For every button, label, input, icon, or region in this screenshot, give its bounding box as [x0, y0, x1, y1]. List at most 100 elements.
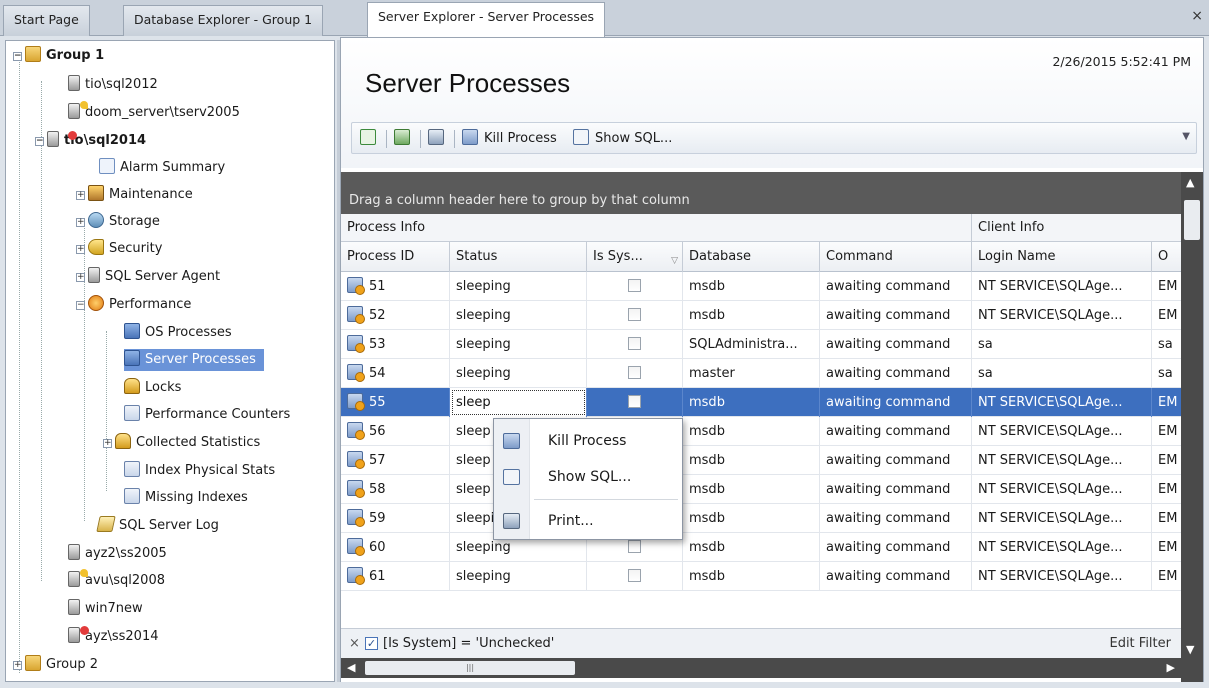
column-header-login-name[interactable]: Login Name: [972, 242, 1152, 272]
tree-item-ayz2[interactable]: ayz2\ss2005: [68, 543, 167, 565]
cell-command[interactable]: awaiting command: [820, 504, 972, 533]
cell-database[interactable]: msdb: [683, 533, 820, 562]
column-header-database[interactable]: Database: [683, 242, 820, 272]
table-row[interactable]: 58 sleep msdb awaiting command NT SERVICE\SQ…: [341, 475, 1181, 504]
tree-item-os-processes[interactable]: OS Processes: [124, 322, 232, 344]
cell-database[interactable]: msdb: [683, 475, 820, 504]
cell-other[interactable]: EM: [1152, 475, 1181, 504]
cell-process-id[interactable]: 56: [341, 417, 450, 446]
cell-other[interactable]: EM: [1152, 272, 1181, 301]
cell-other[interactable]: EM: [1152, 562, 1181, 591]
tree-item-group2[interactable]: + Group 2: [13, 654, 98, 676]
table-row[interactable]: 59 sleeping msdb awaiting command NT SERVICE…: [341, 504, 1181, 533]
cell-process-id[interactable]: 61: [341, 562, 450, 591]
band-process-info[interactable]: Process Info: [341, 214, 972, 242]
is-system-checkbox[interactable]: [628, 395, 641, 408]
cell-process-id[interactable]: 57: [341, 446, 450, 475]
cell-process-id[interactable]: 60: [341, 533, 450, 562]
is-system-checkbox[interactable]: [628, 540, 641, 553]
cell-login-name[interactable]: sa: [972, 359, 1152, 388]
menu-item-print[interactable]: Print...: [494, 505, 682, 537]
table-row[interactable]: 53 sleeping SQLAdministra... awaiting comma…: [341, 330, 1181, 359]
is-system-checkbox[interactable]: [628, 366, 641, 379]
print-button[interactable]: [428, 129, 444, 149]
cell-process-id[interactable]: 54: [341, 359, 450, 388]
cell-login-name[interactable]: NT SERVICE\SQLAge...: [972, 417, 1152, 446]
horizontal-scrollbar[interactable]: ◀ ||| ▶: [341, 658, 1181, 678]
cell-database[interactable]: msdb: [683, 417, 820, 446]
cell-command[interactable]: awaiting command: [820, 446, 972, 475]
cell-login-name[interactable]: NT SERVICE\SQLAge...: [972, 272, 1152, 301]
is-system-checkbox[interactable]: [628, 308, 641, 321]
edit-filter-button[interactable]: Edit Filter: [1109, 629, 1171, 659]
cell-is-system[interactable]: [587, 359, 683, 388]
cell-database[interactable]: msdb: [683, 562, 820, 591]
cell-process-id[interactable]: 58: [341, 475, 450, 504]
vertical-scrollbar[interactable]: ▲ ▼: [1181, 172, 1203, 682]
refresh-button[interactable]: [360, 129, 376, 149]
show-sql-button[interactable]: Show SQL...: [573, 129, 672, 149]
cell-command[interactable]: awaiting command: [820, 388, 972, 417]
cell-command[interactable]: awaiting command: [820, 359, 972, 388]
cell-is-system[interactable]: [587, 388, 683, 417]
cell-is-system[interactable]: [587, 301, 683, 330]
vertical-scroll-thumb[interactable]: [1184, 200, 1200, 240]
cell-database[interactable]: msdb: [683, 504, 820, 533]
tree-item-group1[interactable]: − Group 1: [13, 45, 104, 67]
filter-expression[interactable]: [Is System] = 'Unchecked': [383, 629, 554, 659]
cell-process-id[interactable]: 52: [341, 301, 450, 330]
cell-process-id[interactable]: 55: [341, 388, 450, 417]
horizontal-scroll-thumb[interactable]: |||: [365, 661, 575, 675]
cell-process-id[interactable]: 59: [341, 504, 450, 533]
cell-command[interactable]: awaiting command: [820, 562, 972, 591]
tree-item-sql-server-agent[interactable]: + SQL Server Agent: [76, 266, 220, 288]
column-header-is-system[interactable]: Is Sys... ▽: [587, 242, 683, 272]
cell-command[interactable]: awaiting command: [820, 417, 972, 446]
cell-status[interactable]: sleeping: [450, 272, 587, 301]
column-header-other[interactable]: O: [1152, 242, 1181, 272]
cell-other[interactable]: EM: [1152, 301, 1181, 330]
cell-is-system[interactable]: [587, 330, 683, 359]
table-row[interactable]: 52 sleeping msdb awaiting command NT SERVICE…: [341, 301, 1181, 330]
cell-other[interactable]: EM: [1152, 533, 1181, 562]
close-tab-icon[interactable]: ×: [1191, 8, 1203, 24]
table-row[interactable]: 56 sleep msdb awaiting command NT SERVICE\SQ…: [341, 417, 1181, 446]
tree-item-locks[interactable]: Locks: [124, 377, 181, 399]
cell-other[interactable]: sa: [1152, 359, 1181, 388]
band-client-info[interactable]: Client Info: [972, 214, 1181, 242]
cell-login-name[interactable]: sa: [972, 330, 1152, 359]
table-row[interactable]: 61 sleeping msdb awaiting command NT SERVICE…: [341, 562, 1181, 591]
tab-database-explorer[interactable]: Database Explorer - Group 1: [123, 5, 324, 36]
scroll-up-icon[interactable]: ▲: [1186, 176, 1194, 189]
cell-login-name[interactable]: NT SERVICE\SQLAge...: [972, 504, 1152, 533]
cell-login-name[interactable]: NT SERVICE\SQLAge...: [972, 446, 1152, 475]
tree-item-sql-server-log[interactable]: SQL Server Log: [96, 515, 219, 537]
table-row[interactable]: 57 sleep msdb awaiting command NT SERVICE\SQ…: [341, 446, 1181, 475]
cell-command[interactable]: awaiting command: [820, 272, 972, 301]
cell-process-id[interactable]: 53: [341, 330, 450, 359]
cell-is-system[interactable]: [587, 562, 683, 591]
cell-other[interactable]: EM: [1152, 446, 1181, 475]
table-row[interactable]: 51 sleeping msdb awaiting command NT SERVICE…: [341, 272, 1181, 301]
is-system-checkbox[interactable]: [628, 279, 641, 292]
menu-item-kill-process[interactable]: Kill Process: [494, 425, 682, 457]
tree-item-win7new[interactable]: win7new: [68, 598, 143, 620]
scroll-down-icon[interactable]: ▼: [1186, 643, 1194, 656]
cell-database[interactable]: msdb: [683, 388, 820, 417]
tab-server-explorer[interactable]: Server Explorer - Server Processes: [367, 2, 606, 37]
tree-item-tio-sql2012[interactable]: tio\sql2012: [68, 74, 158, 96]
tree-item-security[interactable]: + Security: [76, 238, 162, 260]
tree-item-doom-server[interactable]: doom_server\tserv2005: [68, 102, 240, 124]
cell-login-name[interactable]: NT SERVICE\SQLAge...: [972, 475, 1152, 504]
cell-database[interactable]: msdb: [683, 301, 820, 330]
tree-item-performance-counters[interactable]: Performance Counters: [124, 404, 290, 426]
table-row[interactable]: 55 sleep msdb awaiting command NT SERVICE\SQ…: [341, 388, 1181, 417]
cell-login-name[interactable]: NT SERVICE\SQLAge...: [972, 533, 1152, 562]
kill-process-button[interactable]: Kill Process: [462, 129, 557, 149]
filter-icon[interactable]: ▽: [671, 246, 678, 272]
clear-filter-icon[interactable]: ×: [349, 629, 360, 659]
cell-command[interactable]: awaiting command: [820, 475, 972, 504]
cell-status[interactable]: sleeping: [450, 562, 587, 591]
cell-database[interactable]: msdb: [683, 446, 820, 475]
table-row[interactable]: 54 sleeping master awaiting command sa sa: [341, 359, 1181, 388]
